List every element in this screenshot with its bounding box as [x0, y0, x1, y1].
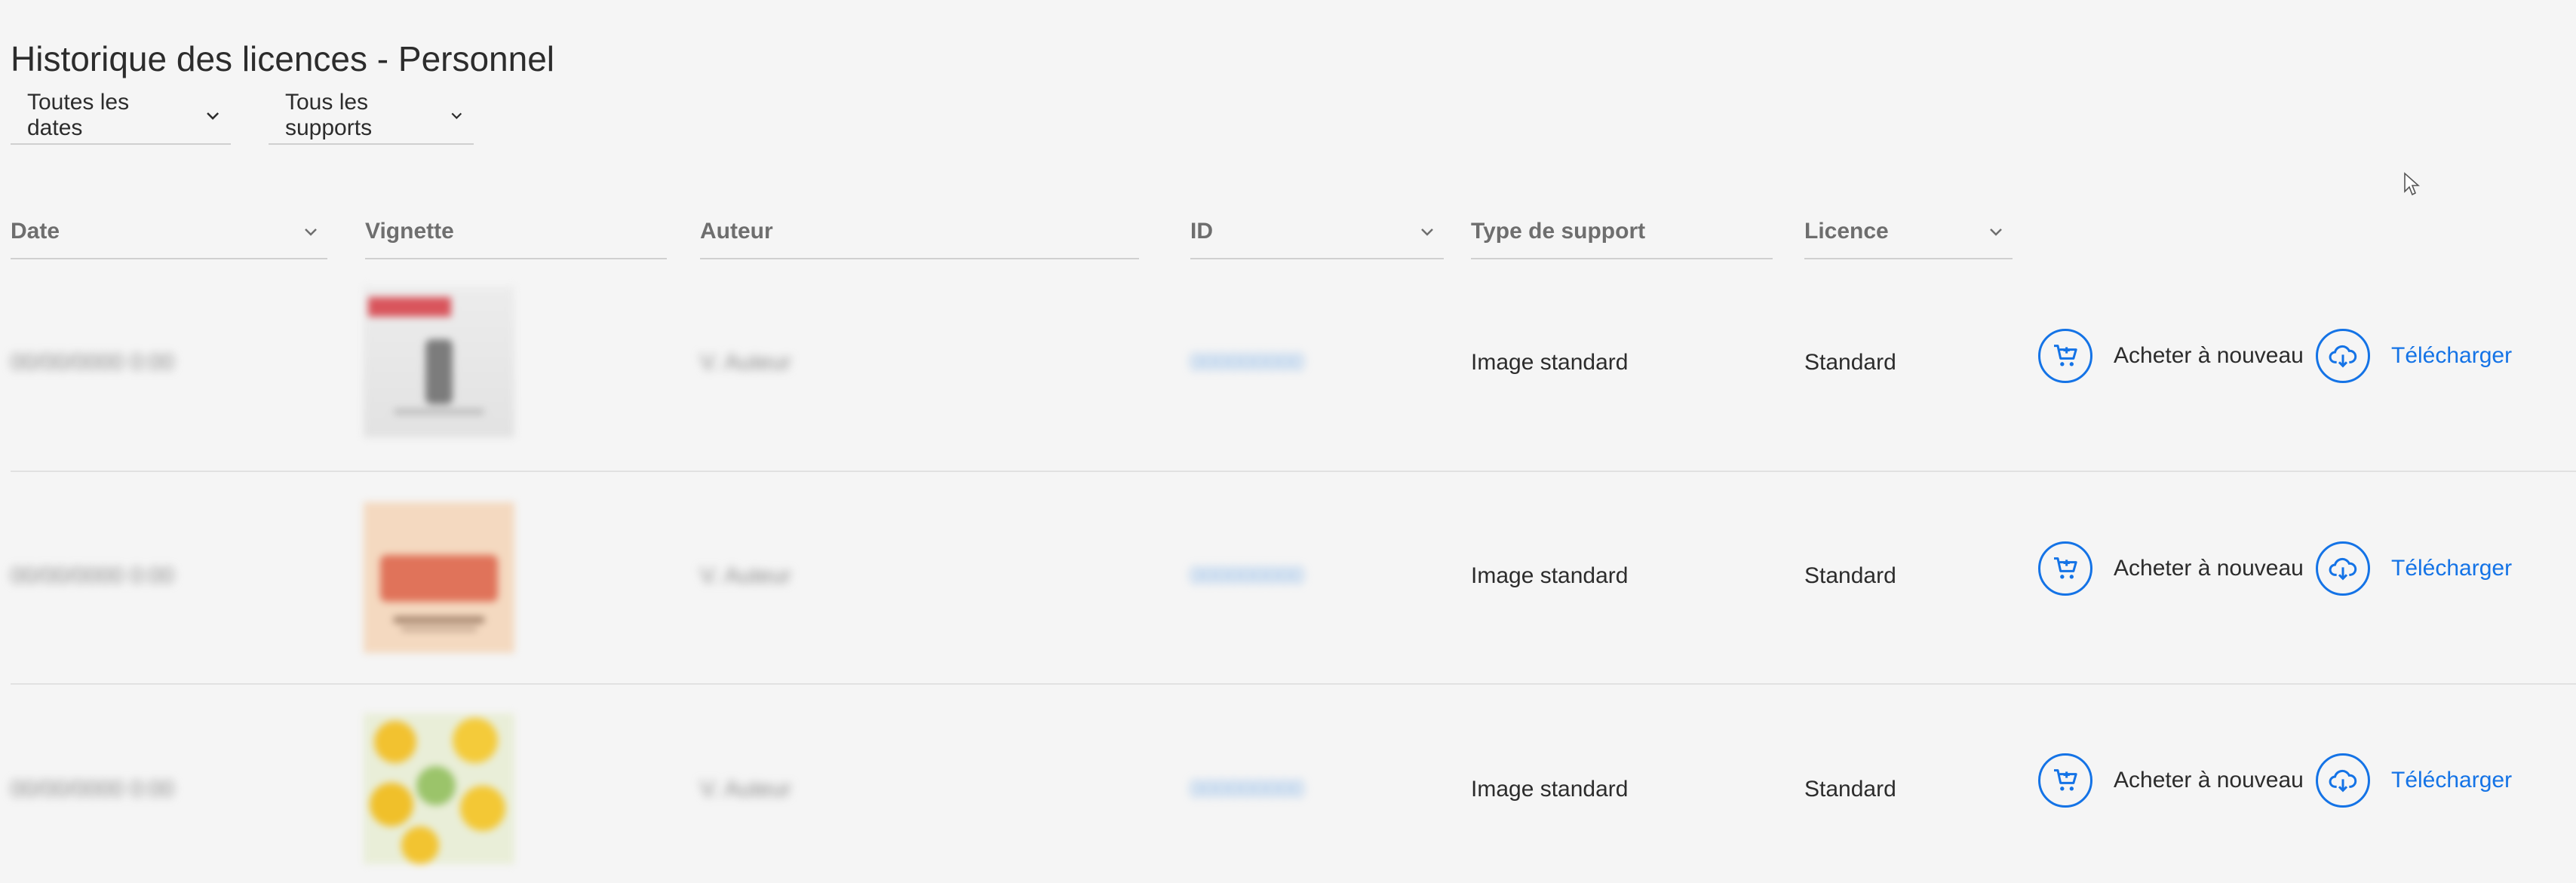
- thumbnail-red-banner: [368, 297, 451, 317]
- column-header-media-type: Type de support: [1471, 205, 1773, 259]
- row-divider: [11, 683, 2576, 685]
- cart-add-icon: [2038, 541, 2092, 596]
- column-header-license[interactable]: Licence: [1804, 205, 2013, 259]
- thumbnail-lemon: [370, 783, 413, 826]
- row-1-download-button[interactable]: Télécharger: [2316, 329, 2512, 383]
- row-3-license: Standard: [1804, 777, 1896, 802]
- mouse-cursor-icon: [2404, 172, 2420, 196]
- chevron-down-icon: [451, 112, 462, 119]
- row-2-download-button[interactable]: Télécharger: [2316, 541, 2512, 596]
- rebuy-label: Acheter à nouveau: [2114, 343, 2304, 368]
- date-filter-dropdown[interactable]: Toutes les dates: [11, 87, 231, 145]
- row-1-rebuy-button[interactable]: Acheter à nouveau: [2038, 329, 2304, 383]
- thumbnail-caption-line: [394, 617, 484, 623]
- column-header-author: Auteur: [700, 205, 1139, 259]
- column-header-id[interactable]: ID: [1190, 205, 1444, 259]
- column-header-thumbnail-label: Vignette: [365, 219, 454, 244]
- thumbnail-lemon: [401, 826, 439, 864]
- row-3-date: 00/00/0000 0:00: [11, 777, 174, 802]
- row-3-author: V. Auteur: [700, 777, 791, 802]
- cart-add-icon: [2038, 329, 2092, 383]
- row-3-download-button[interactable]: Télécharger: [2316, 753, 2512, 808]
- rebuy-label: Acheter à nouveau: [2114, 768, 2304, 793]
- cart-add-icon: [2038, 753, 2092, 808]
- download-label: Télécharger: [2391, 556, 2513, 581]
- row-2-license: Standard: [1804, 563, 1896, 588]
- row-2-rebuy-button[interactable]: Acheter à nouveau: [2038, 541, 2304, 596]
- row-1-id-link[interactable]: 000000000: [1190, 350, 1303, 376]
- thumbnail-caption-line: [401, 627, 477, 631]
- download-label: Télécharger: [2391, 768, 2513, 793]
- row-3-rebuy-button[interactable]: Acheter à nouveau: [2038, 753, 2304, 808]
- date-filter-label: Toutes les dates: [27, 90, 130, 140]
- row-1-thumbnail[interactable]: [364, 287, 514, 437]
- cloud-download-icon: [2316, 541, 2370, 596]
- column-header-media-type-label: Type de support: [1471, 219, 1646, 244]
- thumbnail-lemon: [460, 786, 505, 831]
- column-header-author-label: Auteur: [700, 219, 773, 244]
- row-2-thumbnail[interactable]: [364, 502, 514, 653]
- thumbnail-shadow: [394, 409, 484, 415]
- page-title: Historique des licences - Personnel: [11, 38, 555, 78]
- thumbnail-lemon: [374, 721, 416, 763]
- thumbnail-text-effect: [380, 555, 498, 602]
- download-label: Télécharger: [2391, 343, 2513, 368]
- column-header-license-label: Licence: [1804, 219, 1889, 244]
- thumbnail-lemon: [453, 718, 498, 763]
- row-1-date: 00/00/0000 0:00: [11, 350, 174, 375]
- chevron-down-icon: [206, 112, 219, 120]
- chevron-down-icon: [1990, 228, 2002, 236]
- column-header-thumbnail: Vignette: [365, 205, 667, 259]
- row-1-license: Standard: [1804, 350, 1896, 375]
- column-header-date[interactable]: Date: [11, 205, 327, 259]
- row-2-date: 00/00/0000 0:00: [11, 563, 174, 588]
- license-history-page: Historique des licences - Personnel Tout…: [0, 0, 2576, 883]
- row-2-media-type: Image standard: [1471, 563, 1629, 588]
- row-3-media-type: Image standard: [1471, 777, 1629, 802]
- column-header-date-label: Date: [11, 219, 60, 244]
- thumbnail-product-shape: [425, 339, 453, 404]
- chevron-down-icon: [1421, 228, 1433, 236]
- row-3-thumbnail[interactable]: [364, 713, 514, 864]
- chevron-down-icon: [305, 228, 317, 236]
- row-2-id-link[interactable]: 000000000: [1190, 563, 1303, 589]
- column-header-id-label: ID: [1190, 219, 1213, 244]
- row-1-author: V. Auteur: [700, 350, 791, 375]
- row-3-id-link[interactable]: 000000000: [1190, 777, 1303, 802]
- row-divider: [11, 471, 2576, 472]
- cloud-download-icon: [2316, 329, 2370, 383]
- cloud-download-icon: [2316, 753, 2370, 808]
- support-filter-label: Tous les supports: [285, 90, 373, 140]
- row-1-media-type: Image standard: [1471, 350, 1629, 375]
- rebuy-label: Acheter à nouveau: [2114, 556, 2304, 581]
- thumbnail-leaf: [416, 766, 456, 805]
- row-2-author: V. Auteur: [700, 563, 791, 588]
- support-filter-dropdown[interactable]: Tous les supports: [269, 87, 474, 145]
